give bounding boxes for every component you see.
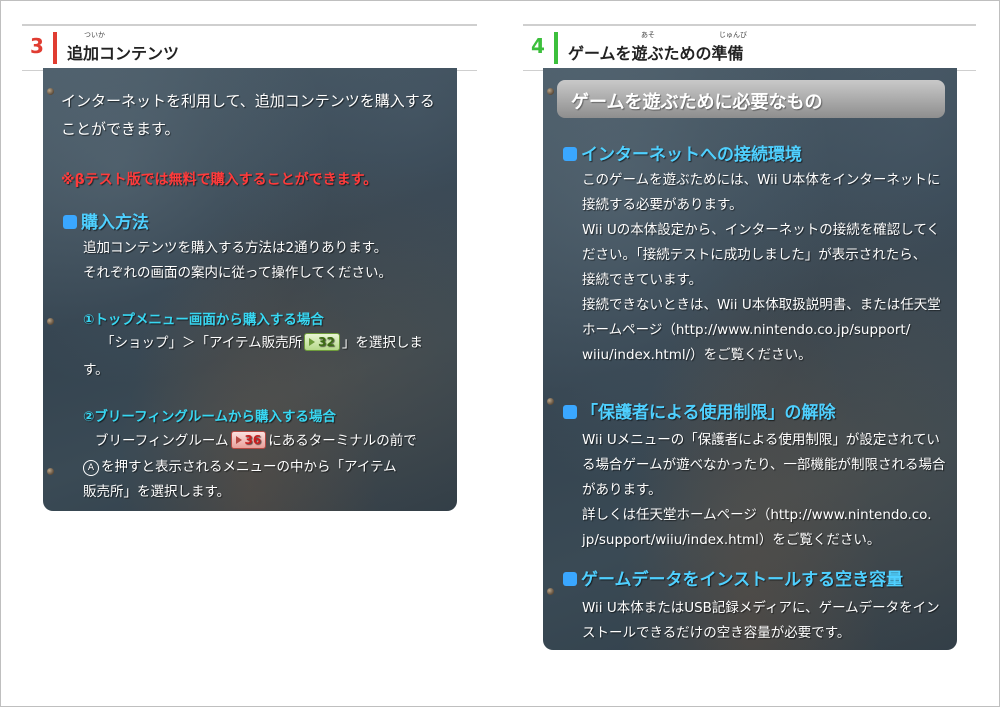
- parental-line-1: Wii Uメニューの「保護者による使用制限」が設定されてい: [582, 432, 940, 448]
- intro-line-1: インターネットを利用して、追加コンテンツを購入する: [61, 92, 435, 110]
- beta-notice: ※βテスト版では無料で購入することができます。: [61, 172, 378, 188]
- internet-line-2: 接続する必要があります。: [582, 197, 743, 213]
- page-number: 3: [30, 34, 44, 58]
- arrow-right-icon: [235, 436, 242, 444]
- requirements-title: ゲームを遊ぶために必要なもの: [571, 92, 823, 113]
- rivet-icon: [547, 588, 554, 595]
- parental-controls-heading: 「保護者による使用制限」の解除: [563, 398, 836, 423]
- purchase-method-heading: 購入方法: [63, 208, 149, 233]
- method-1-heading: ①トップメニュー画面から購入する場合: [83, 312, 324, 328]
- internet-line-1: このゲームを遊ぶためには、Wii U本体をインターネットに: [582, 172, 941, 188]
- method-2-heading: ②ブリーフィングルームから購入する場合: [83, 409, 336, 425]
- page-title: ゲームを遊ぶための準備: [568, 44, 744, 63]
- title-ruby: じゅんび: [719, 31, 747, 39]
- internet-line-5: 接続できています。: [582, 272, 703, 288]
- method-2-text-3: 販売所」を選択します。: [83, 484, 231, 500]
- rivet-icon: [547, 398, 554, 405]
- accent-bar: [554, 32, 558, 64]
- intro-line-2: ことができます。: [61, 120, 180, 138]
- parental-line-2: る場合ゲームが遊べなかったり、一部機能が制限される場合: [582, 457, 946, 473]
- storage-line-2: ストールできるだけの空き容量が必要です。: [582, 625, 851, 641]
- method-1-text-end: す。: [83, 362, 109, 378]
- internet-line-4: ださい。「接続テストに成功しました」が表示されたら、: [582, 247, 927, 263]
- method-2-text-2: A を押すと表示されるメニューの中から「アイテム: [83, 455, 397, 480]
- page-ref-badge[interactable]: 36: [230, 431, 267, 449]
- rivet-icon: [47, 468, 54, 475]
- bullet-square-icon: [563, 572, 577, 586]
- requirements-box: ゲームを遊ぶために必要なもの: [557, 80, 945, 118]
- a-button-icon: A: [83, 460, 99, 476]
- parental-line-5: jp/support/wiiu/index.html）をご覧ください。: [582, 532, 881, 548]
- storage-line-1: Wii U本体またはUSB記録メディアに、ゲームデータをイン: [582, 600, 940, 616]
- bullet-square-icon: [563, 147, 577, 161]
- purchase-line-2: それぞれの画面の案内に従って操作してください。: [83, 265, 393, 281]
- method-1-text: 「ショップ」＞「アイテム販売所 32 」を選択しま: [101, 333, 423, 351]
- internet-line-6: 接続できないときは、Wii U本体取扱説明書、または任天堂: [582, 297, 941, 313]
- bullet-square-icon: [563, 405, 577, 419]
- arrow-right-icon: [309, 338, 316, 346]
- method-2-text: ブリーフィングルーム 36 にあるターミナルの前で: [95, 431, 417, 449]
- rivet-icon: [547, 88, 554, 95]
- purchase-line-1: 追加コンテンツを購入する方法は2通りあります。: [83, 240, 388, 256]
- title-ruby: あそ: [641, 31, 655, 39]
- bullet-square-icon: [63, 215, 77, 229]
- left-content-panel: インターネットを利用して、追加コンテンツを購入する ことができます。 ※βテスト…: [43, 68, 457, 511]
- page-title: 追加コンテンツ: [67, 44, 180, 63]
- internet-line-3: Wii Uの本体設定から、インターネットの接続を確認してく: [582, 222, 940, 238]
- internet-line-7: ホームページ（http://www.nintendo.co.jp/support…: [582, 322, 911, 338]
- internet-heading: インターネットへの接続環境: [563, 140, 802, 165]
- left-page-header: 3 ついか 追加コンテンツ: [22, 24, 477, 71]
- rivet-icon: [47, 318, 54, 325]
- parental-line-3: があります。: [582, 482, 662, 498]
- accent-bar: [53, 32, 57, 64]
- storage-heading: ゲームデータをインストールする空き容量: [563, 565, 903, 590]
- internet-line-8: wiiu/index.html/）をご覧ください。: [582, 347, 812, 363]
- right-page-header: 4 あそ じゅんび ゲームを遊ぶための準備: [523, 24, 976, 71]
- page-number: 4: [531, 34, 545, 58]
- title-ruby: ついか: [84, 31, 105, 39]
- rivet-icon: [47, 88, 54, 95]
- parental-line-4: 詳しくは任天堂ホームページ（http://www.nintendo.co.: [582, 507, 932, 523]
- page-ref-badge[interactable]: 32: [304, 333, 340, 351]
